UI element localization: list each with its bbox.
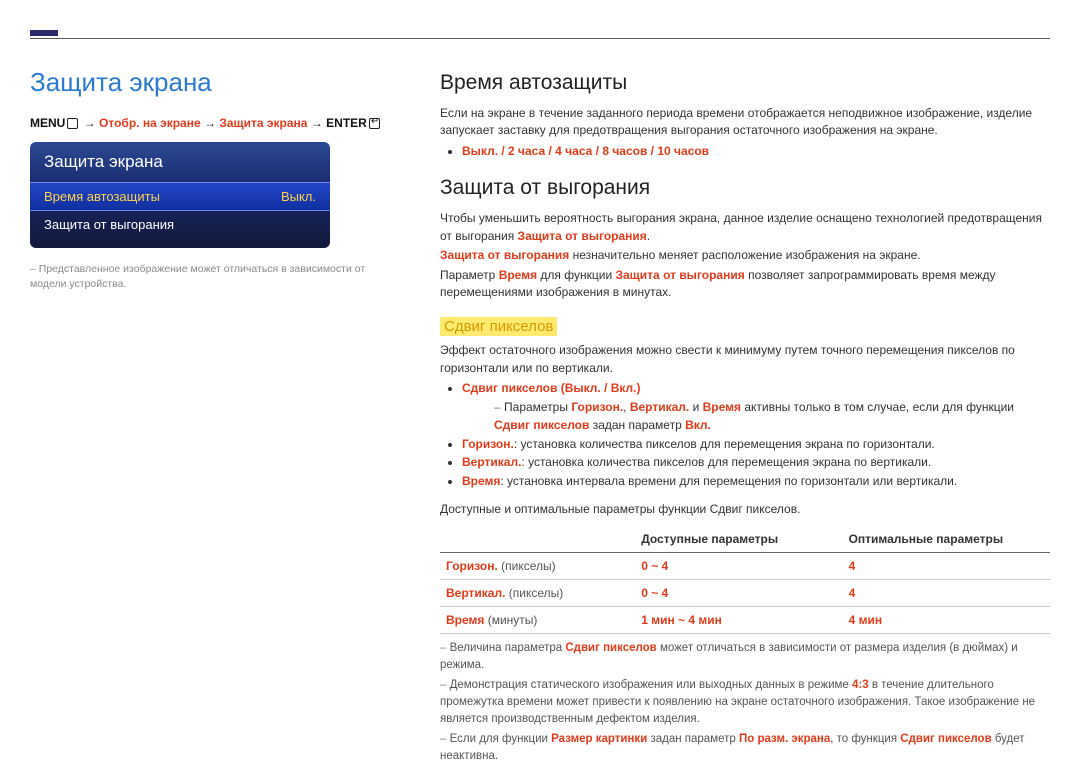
table-row: Время (минуты) 1 мин ~ 4 мин 4 мин xyxy=(440,607,1050,634)
osd-row-value: Выкл. xyxy=(281,189,316,204)
pixel-shift-note: Параметры Горизон., Вертикал. и Время ак… xyxy=(494,398,1050,435)
pixel-shift-heading: Сдвиг пикселов xyxy=(440,317,557,336)
header-rule xyxy=(30,38,1050,39)
osd-row-burn-protect[interactable]: Защита от выгорания xyxy=(30,211,330,238)
osd-panel: Защита экрана Время автозащиты Выкл. Защ… xyxy=(30,142,330,248)
table-header-empty xyxy=(440,526,635,553)
params-table: Доступные параметры Оптимальные параметр… xyxy=(440,526,1050,634)
osd-row-label: Время автозащиты xyxy=(44,189,160,204)
table-header-optimal: Оптимальные параметры xyxy=(843,526,1050,553)
burn-protect-p2: Защита от выгорания незначительно меняет… xyxy=(440,247,1050,264)
footnote-1: Величина параметра Сдвиг пикселов может … xyxy=(440,640,1050,673)
section-burn-protect-title: Защита от выгорания xyxy=(440,176,1050,200)
pixel-shift-desc: Эффект остаточного изображения можно све… xyxy=(440,342,1050,377)
auto-protect-options: Выкл. / 2 часа / 4 часа / 8 часов / 10 ч… xyxy=(462,144,709,158)
burn-protect-p1: Чтобы уменьшить вероятность выгорания эк… xyxy=(440,210,1050,245)
pixel-shift-toggle: Сдвиг пикселов (Выкл. / Вкл.) Параметры … xyxy=(462,379,1050,435)
section-auto-protect-desc: Если на экране в течение заданного перио… xyxy=(440,105,1050,140)
table-row: Горизон. (пикселы) 0 ~ 4 4 xyxy=(440,553,1050,580)
table-header-available: Доступные параметры xyxy=(635,526,842,553)
footnote-3: Если для функции Размер картинки задан п… xyxy=(440,731,1050,764)
pixel-horiz: Горизон.: установка количества пикселов … xyxy=(462,435,1050,454)
header-accent xyxy=(30,30,58,36)
burn-protect-p3: Параметр Время для функции Защита от выг… xyxy=(440,267,1050,302)
pixel-vert: Вертикал.: установка количества пикселов… xyxy=(462,453,1050,472)
enter-icon xyxy=(369,118,380,129)
section-auto-protect-title: Время автозащиты xyxy=(440,71,1050,95)
table-caption: Доступные и оптимальные параметры функци… xyxy=(440,501,1050,518)
image-disclaimer: Представленное изображение может отличат… xyxy=(30,262,400,292)
table-row: Вертикал. (пикселы) 0 ~ 4 4 xyxy=(440,580,1050,607)
breadcrumb: MENU → Отобр. на экране → Защита экрана … xyxy=(30,116,400,130)
footnote-2: Демонстрация статического изображения ил… xyxy=(440,677,1050,727)
pixel-time: Время: установка интервала времени для п… xyxy=(462,472,1050,491)
menu-icon xyxy=(67,118,78,129)
page-title: Защита экрана xyxy=(30,67,400,98)
osd-row-label: Защита от выгорания xyxy=(44,217,174,232)
osd-row-auto-protect[interactable]: Время автозащиты Выкл. xyxy=(30,182,330,211)
osd-title: Защита экрана xyxy=(30,142,330,182)
